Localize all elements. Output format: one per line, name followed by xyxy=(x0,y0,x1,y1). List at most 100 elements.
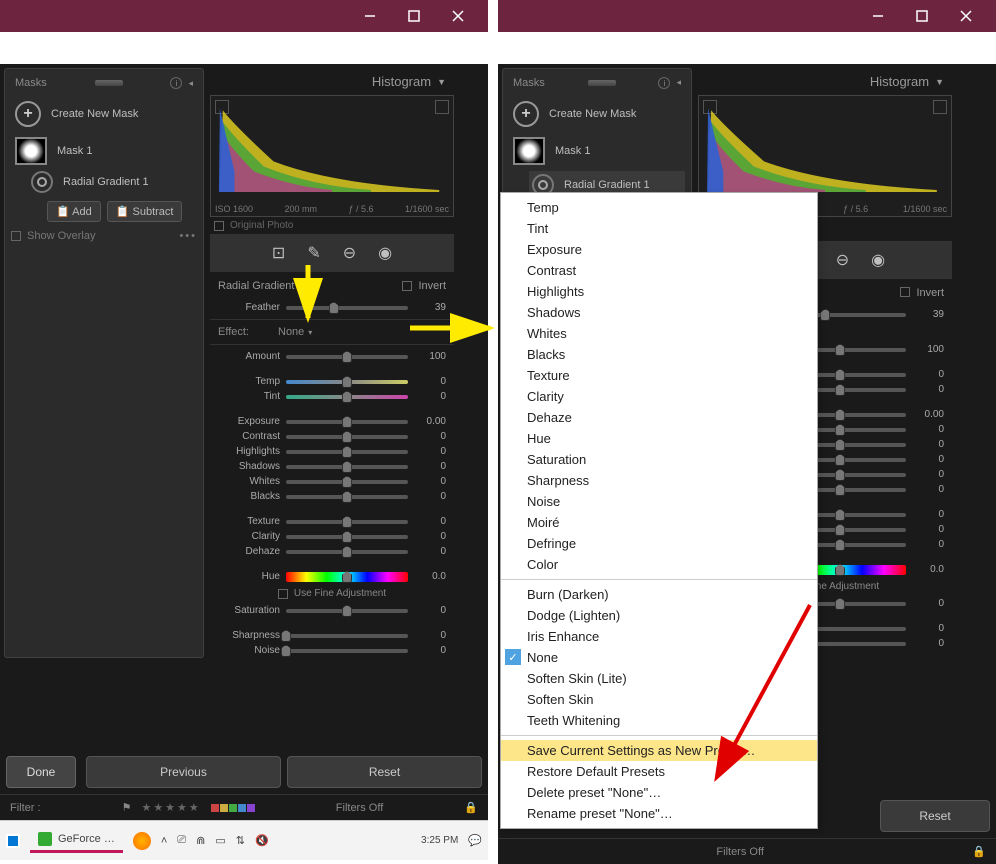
menu-item[interactable]: Shadows xyxy=(501,302,817,323)
taskbar-clock[interactable]: 3:25 PM xyxy=(421,835,458,846)
invert-checkbox[interactable] xyxy=(900,287,910,297)
menu-item[interactable]: Saturation xyxy=(501,449,817,470)
info-icon[interactable]: i xyxy=(170,77,182,89)
menu-item[interactable]: Burn (Darken) xyxy=(501,584,817,605)
fine-adjust-checkbox[interactable] xyxy=(278,589,288,599)
add-button[interactable]: 📋 Add xyxy=(47,201,101,222)
contrast-slider[interactable]: Contrast0 xyxy=(210,429,454,444)
menu-item[interactable]: None✓ xyxy=(501,647,817,668)
radial-tool-icon[interactable]: ◉ xyxy=(871,250,885,270)
menu-item[interactable]: Hue xyxy=(501,428,817,449)
exposure-slider[interactable]: Exposure0.00 xyxy=(210,414,454,429)
temp-slider[interactable]: Temp0 xyxy=(210,374,454,389)
menu-item[interactable]: Temp xyxy=(501,197,817,218)
menu-item[interactable]: Dehaze xyxy=(501,407,817,428)
menu-item[interactable]: Save Current Settings as New Preset… xyxy=(501,740,817,761)
menu-item[interactable]: Blacks xyxy=(501,344,817,365)
texture-slider[interactable]: Texture0 xyxy=(210,514,454,529)
highlights-slider[interactable]: Highlights0 xyxy=(210,444,454,459)
mask-item[interactable]: Mask 1 xyxy=(15,137,193,165)
original-photo-checkbox[interactable] xyxy=(214,221,224,231)
close-button[interactable] xyxy=(944,1,988,31)
minimize-button[interactable] xyxy=(348,1,392,31)
tray-usb-icon[interactable]: ⇅ xyxy=(236,834,245,847)
drag-handle-icon[interactable] xyxy=(588,80,616,86)
shadows-slider[interactable]: Shadows0 xyxy=(210,459,454,474)
radial-gradient-item[interactable]: Radial Gradient 1 xyxy=(31,171,197,193)
minimize-button[interactable] xyxy=(856,1,900,31)
menu-item[interactable]: Restore Default Presets xyxy=(501,761,817,782)
tray-wifi-icon[interactable]: ⋒ xyxy=(196,834,205,847)
filters-off[interactable]: Filters Off xyxy=(336,802,383,814)
notifications-icon[interactable]: 💬 xyxy=(468,834,482,847)
color-labels[interactable] xyxy=(211,804,255,812)
chevron-down-icon[interactable]: ▼ xyxy=(437,77,446,87)
dehaze-slider[interactable]: Dehaze0 xyxy=(210,544,454,559)
menu-item[interactable]: Noise xyxy=(501,491,817,512)
whites-slider[interactable]: Whites0 xyxy=(210,474,454,489)
menu-item[interactable]: Contrast xyxy=(501,260,817,281)
menu-item[interactable]: Soften Skin (Lite) xyxy=(501,668,817,689)
menu-item[interactable]: Moiré xyxy=(501,512,817,533)
link-icon[interactable]: ⊖ xyxy=(836,250,849,270)
start-button[interactable] xyxy=(6,834,20,848)
menu-item[interactable]: Exposure xyxy=(501,239,817,260)
reset-button[interactable]: Reset xyxy=(287,756,482,788)
invert-checkbox[interactable] xyxy=(402,281,412,291)
link-icon[interactable]: ⊖ xyxy=(343,243,356,263)
hue-slider[interactable]: Hue 0.0 xyxy=(210,569,454,584)
rating-stars[interactable]: ★★★★★ xyxy=(141,801,200,814)
feather-slider[interactable]: Feather 39 xyxy=(210,300,454,315)
menu-item[interactable]: Iris Enhance xyxy=(501,626,817,647)
lock-icon[interactable]: 🔒 xyxy=(464,801,478,814)
subtract-button[interactable]: 📋 Subtract xyxy=(107,201,183,222)
maximize-button[interactable] xyxy=(392,1,436,31)
create-mask-button[interactable]: + Create New Mask xyxy=(513,101,681,127)
tray-battery-icon[interactable]: ▭ xyxy=(215,834,225,847)
tray-cast-icon[interactable]: ⎚ xyxy=(177,834,186,847)
saturation-slider[interactable]: Saturation0 xyxy=(210,603,454,618)
menu-item[interactable]: Defringe xyxy=(501,533,817,554)
effect-dropdown[interactable]: Effect: None ▾ xyxy=(210,319,454,345)
menu-item[interactable]: Delete preset "None"… xyxy=(501,782,817,803)
noise-slider[interactable]: Noise0 xyxy=(210,643,454,658)
lock-icon[interactable]: 🔒 xyxy=(972,845,986,858)
brush-icon[interactable]: ✎ xyxy=(307,243,320,263)
menu-item[interactable]: Texture xyxy=(501,365,817,386)
amount-slider[interactable]: Amount 100 xyxy=(210,349,454,364)
menu-item[interactable]: Color xyxy=(501,554,817,575)
menu-item[interactable]: Clarity xyxy=(501,386,817,407)
create-mask-button[interactable]: + Create New Mask xyxy=(15,101,193,127)
flag-icon[interactable]: ⚑ xyxy=(122,801,132,814)
menu-item[interactable]: Highlights xyxy=(501,281,817,302)
menu-item[interactable]: Soften Skin xyxy=(501,689,817,710)
blacks-slider[interactable]: Blacks0 xyxy=(210,489,454,504)
menu-item[interactable]: Teeth Whitening xyxy=(501,710,817,731)
tint-slider[interactable]: Tint0 xyxy=(210,389,454,404)
tray-chevron-icon[interactable]: ˄ xyxy=(161,835,167,847)
menu-item[interactable]: Whites xyxy=(501,323,817,344)
menu-item[interactable]: Rename preset "None"… xyxy=(501,803,817,824)
collapse-icon[interactable]: ◂ xyxy=(188,78,193,89)
chevron-down-icon[interactable]: ▼ xyxy=(935,77,944,87)
taskbar-app[interactable]: GeForce … xyxy=(30,828,123,853)
previous-button[interactable]: Previous xyxy=(86,756,281,788)
done-button[interactable]: Done xyxy=(6,756,76,788)
more-icon[interactable]: ••• xyxy=(179,230,197,242)
crop-icon[interactable]: ⊡ xyxy=(272,243,285,263)
tray-volume-icon[interactable]: 🔇 xyxy=(255,834,269,847)
reset-button[interactable]: Reset xyxy=(880,800,990,832)
mask-item[interactable]: Mask 1 xyxy=(513,137,681,165)
sharpness-slider[interactable]: Sharpness0 xyxy=(210,628,454,643)
histogram-plot[interactable]: ISO 1600 200 mm ƒ / 5.6 1/1600 sec xyxy=(210,95,454,217)
clarity-slider[interactable]: Clarity0 xyxy=(210,529,454,544)
menu-item[interactable]: Dodge (Lighten) xyxy=(501,605,817,626)
radial-tool-icon[interactable]: ◉ xyxy=(378,243,392,263)
menu-item[interactable]: Sharpness xyxy=(501,470,817,491)
filters-off[interactable]: Filters Off xyxy=(716,846,763,858)
menu-item[interactable]: Tint xyxy=(501,218,817,239)
maximize-button[interactable] xyxy=(900,1,944,31)
drag-handle-icon[interactable] xyxy=(95,80,123,86)
close-button[interactable] xyxy=(436,1,480,31)
info-icon[interactable]: i xyxy=(658,77,670,89)
